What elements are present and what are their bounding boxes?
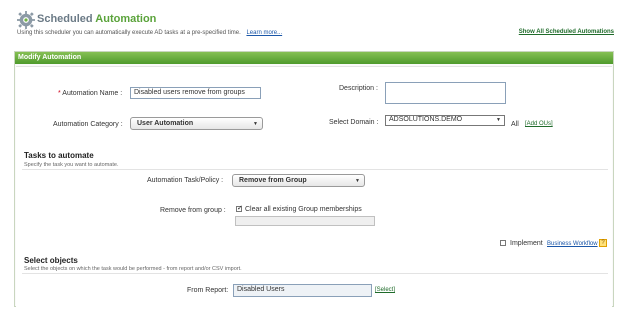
clear-memberships-label: Clear all existing Group memberships <box>245 206 362 213</box>
page-subtitle: Using this scheduler you can automatical… <box>17 30 282 36</box>
automation-category-value: User Automation <box>137 120 194 127</box>
add-ous-link[interactable]: [Add OUs] <box>525 121 553 127</box>
domain-value: ADSOLUTIONS.DEMO <box>389 116 463 123</box>
description-textarea[interactable] <box>385 82 506 104</box>
automation-name-input[interactable]: Disabled users remove from groups <box>130 87 261 99</box>
select-report-link[interactable]: [Select] <box>375 287 395 293</box>
automation-category-select[interactable]: User Automation ▼ <box>130 117 263 130</box>
clear-memberships-checkbox[interactable] <box>236 204 243 212</box>
page-title: Scheduled Automation <box>37 13 156 25</box>
objects-section-description: Select the objects on which the task wou… <box>24 266 242 272</box>
implement-label: Implement <box>510 240 543 247</box>
select-domain-label: Select Domain : <box>329 119 379 126</box>
panel-title: Modify Automation <box>18 54 82 61</box>
automation-category-label: Automation Category : <box>53 121 123 128</box>
from-report-input[interactable]: Disabled Users <box>233 284 372 297</box>
help-icon[interactable]: ? <box>599 239 607 247</box>
tasks-section-description: Specify the task you want to automate. <box>24 162 119 168</box>
remove-from-group-label: Remove from group : <box>160 207 226 214</box>
learn-more-link[interactable]: Learn more... <box>246 30 282 36</box>
description-label: Description : <box>339 85 378 92</box>
page-title-part2: Automation <box>95 13 157 25</box>
automation-task-label: Automation Task/Policy : <box>147 177 224 184</box>
tasks-section-heading: Tasks to automate <box>24 151 94 160</box>
section-divider <box>22 273 608 274</box>
automation-task-value: Remove from Group <box>239 177 307 184</box>
select-domain-dropdown[interactable]: ADSOLUTIONS.DEMO ▼ <box>385 115 505 126</box>
page-title-part1: Scheduled <box>37 13 93 25</box>
show-all-automations-link[interactable]: Show All Scheduled Automations <box>519 29 614 35</box>
group-input[interactable] <box>235 216 375 226</box>
panel-header-bar <box>15 52 613 64</box>
implement-workflow-checkbox[interactable] <box>500 240 506 246</box>
from-report-label: From Report: <box>187 287 229 294</box>
automation-task-select[interactable]: Remove from Group ▼ <box>232 174 365 187</box>
domain-all-text: All <box>511 121 519 128</box>
chevron-down-icon: ▼ <box>496 117 501 123</box>
chevron-down-icon: ▼ <box>355 178 360 184</box>
automation-name-label-text: Automation Name : <box>62 90 123 97</box>
chevron-down-icon: ▼ <box>253 121 258 127</box>
section-divider <box>22 169 608 170</box>
gear-icon <box>17 11 35 29</box>
automation-name-label: * Automation Name : <box>58 90 122 97</box>
objects-section-heading: Select objects <box>24 256 78 265</box>
subtitle-text: Using this scheduler you can automatical… <box>17 30 241 36</box>
required-marker: * <box>58 90 61 97</box>
business-workflow-link[interactable]: Business Workflow <box>547 241 598 247</box>
